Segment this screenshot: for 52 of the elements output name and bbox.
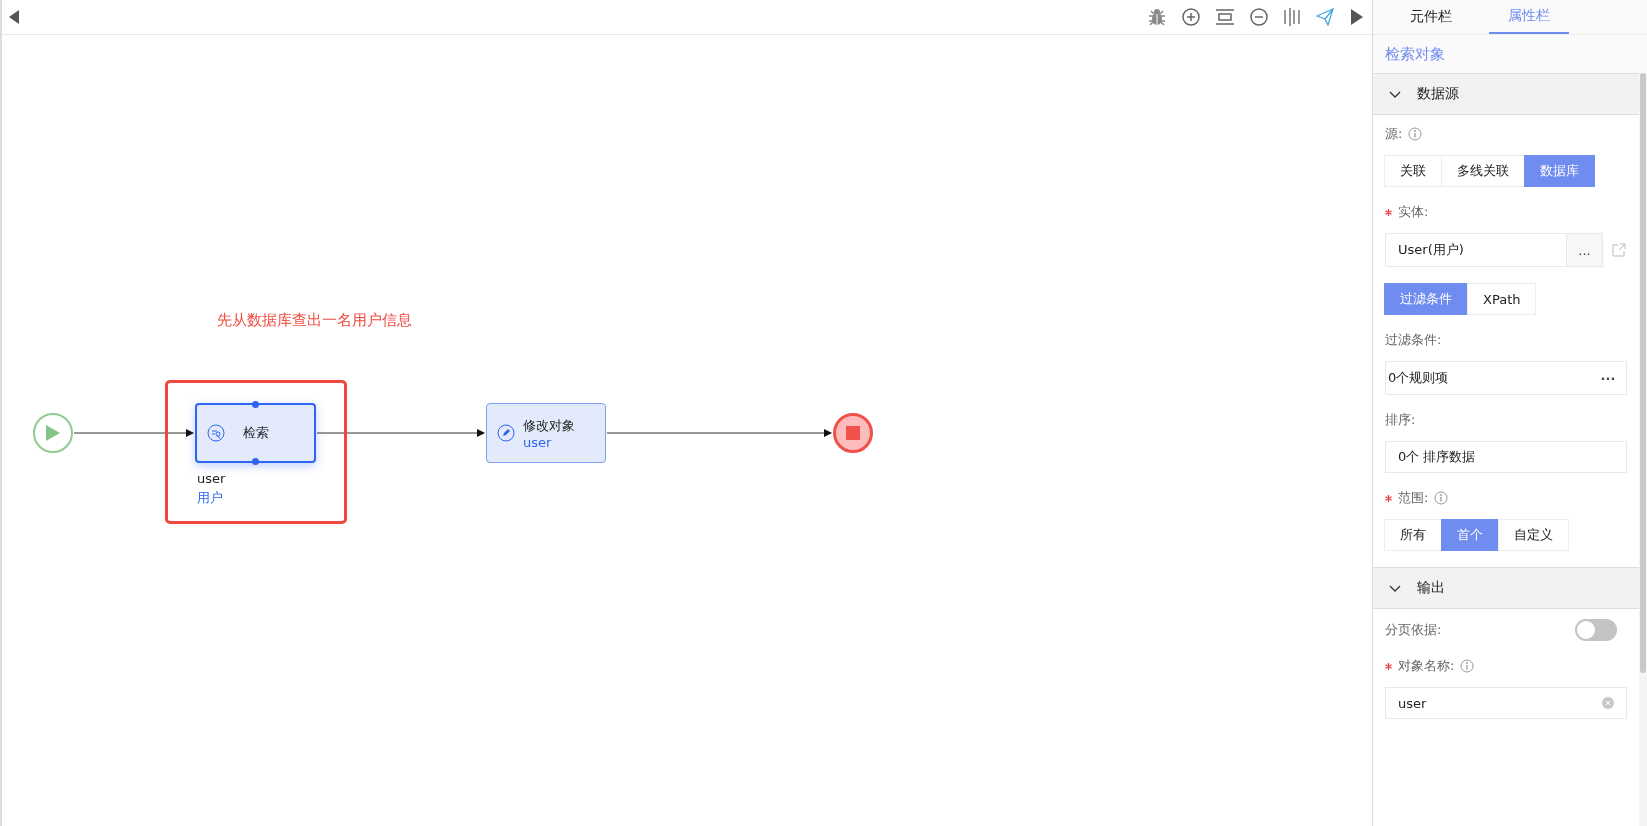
fit-icon[interactable] <box>1216 8 1234 26</box>
play-icon[interactable] <box>1350 8 1364 26</box>
field-label: 分页依据: <box>1385 621 1442 639</box>
picker-field[interactable]: 0个规则项 ··· <box>1385 361 1627 395</box>
connection-handle[interactable] <box>252 458 259 465</box>
zoom-out-icon[interactable] <box>1250 8 1268 26</box>
bug-icon[interactable] <box>1148 8 1166 26</box>
connection-handle[interactable] <box>252 401 259 408</box>
activity-node[interactable]: 检索 <box>195 403 316 463</box>
required-asterisk-icon <box>1385 494 1392 502</box>
browse-button[interactable]: ... <box>1566 234 1602 266</box>
toggle-switch[interactable] <box>1575 619 1617 641</box>
columns-icon[interactable] <box>1284 8 1300 26</box>
text-field[interactable]: 0个 排序数据 <box>1385 441 1627 473</box>
field-label: 范围: <box>1398 489 1429 507</box>
external-link-icon[interactable] <box>1611 242 1627 258</box>
zoom-in-icon[interactable] <box>1182 8 1200 26</box>
end-event[interactable] <box>833 413 873 453</box>
segment-option[interactable]: 关联 <box>1384 155 1442 187</box>
field-label: 排序: <box>1385 411 1416 429</box>
text-field[interactable]: user <box>1385 687 1627 719</box>
panel-tab[interactable]: 元件栏 <box>1391 0 1471 34</box>
required-asterisk-icon <box>1385 662 1392 670</box>
field-label: 对象名称: <box>1398 657 1455 675</box>
section-header[interactable]: 数据源 <box>1373 73 1639 115</box>
entity-caption: 用户 <box>197 489 224 507</box>
segment-option[interactable]: 自定义 <box>1498 519 1569 551</box>
play-icon <box>45 424 61 442</box>
field-label: 源: <box>1385 125 1403 143</box>
scrollbar-thumb[interactable] <box>1640 73 1646 673</box>
info-icon[interactable] <box>1434 491 1449 505</box>
segment-option[interactable]: XPath <box>1467 283 1537 315</box>
field-label: 过滤条件: <box>1385 331 1442 349</box>
node-caption: user <box>197 470 226 488</box>
info-icon[interactable] <box>1460 659 1475 673</box>
pencil-icon <box>497 424 515 442</box>
clear-icon[interactable] <box>1602 697 1614 709</box>
field-label: 实体: <box>1398 203 1429 221</box>
activity-node[interactable]: 修改对象 user <box>486 403 606 463</box>
section-header[interactable]: 输出 <box>1373 567 1639 609</box>
panel-title: 检索对象 <box>1373 35 1647 73</box>
required-asterisk-icon <box>1385 208 1392 216</box>
segment-option[interactable]: 所有 <box>1384 519 1442 551</box>
search-icon <box>207 424 225 442</box>
info-icon[interactable] <box>1408 127 1423 141</box>
segment-option[interactable]: 多线关联 <box>1441 155 1525 187</box>
collapse-left-icon[interactable] <box>8 9 20 25</box>
send-icon[interactable] <box>1316 8 1334 26</box>
start-event[interactable] <box>33 413 73 453</box>
picker-field[interactable]: User(用户) ... <box>1385 233 1603 267</box>
annotation-text: 先从数据库查出一名用户信息 <box>217 311 412 330</box>
stop-icon <box>846 426 860 440</box>
